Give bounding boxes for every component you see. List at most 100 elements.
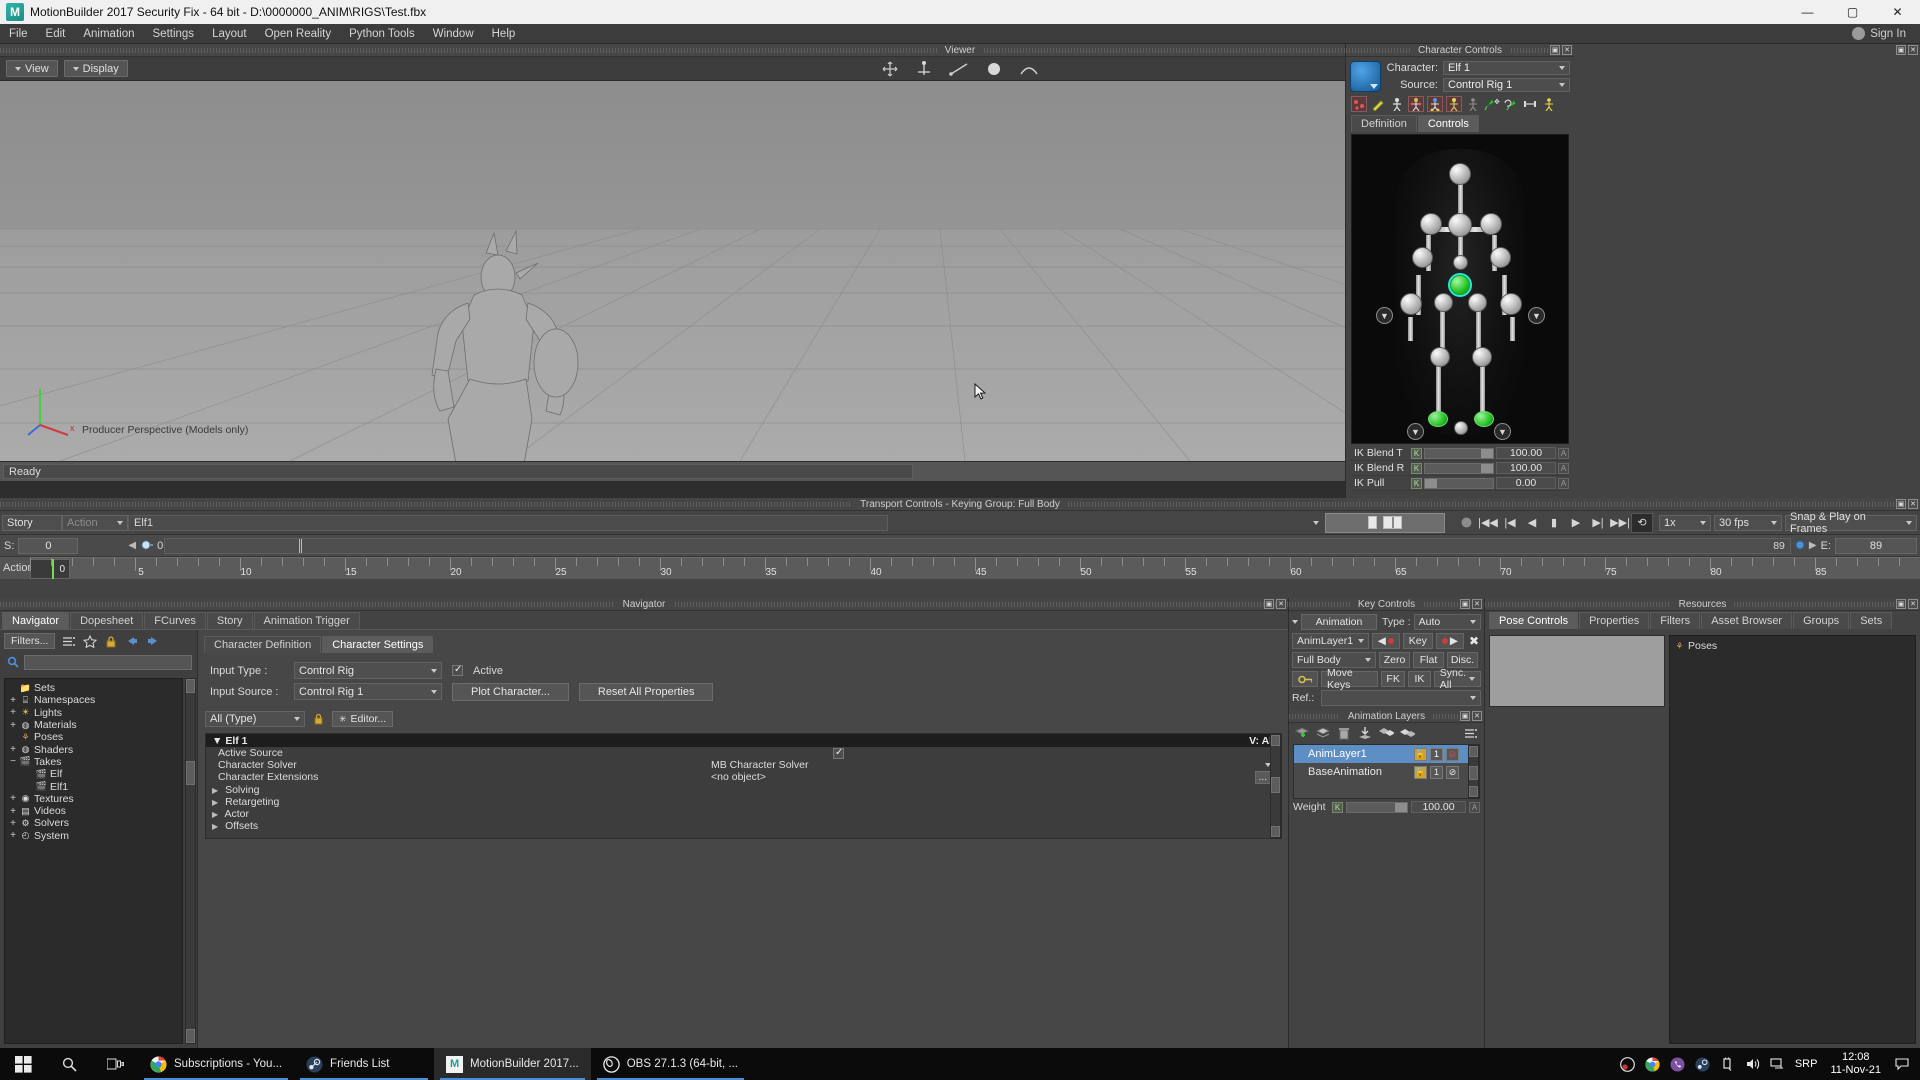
tree-expander[interactable]: + <box>9 707 17 718</box>
table-row[interactable]: Character Extensions <no object> ... <box>206 770 1281 784</box>
arc-tool-icon[interactable] <box>1018 60 1040 78</box>
rotate-axis-icon[interactable] <box>914 59 934 79</box>
menu-settings[interactable]: Settings <box>144 26 204 42</box>
end-frame-marker-icon[interactable] <box>1794 540 1807 551</box>
network-icon[interactable] <box>1770 1056 1786 1072</box>
table-row[interactable]: ▶ Retargeting <box>206 796 1281 808</box>
layer-item-baseanimation[interactable]: BaseAnimation 🔓 1 ⊘ <box>1294 763 1479 781</box>
tree-item-elf[interactable]: 🎬 Elf <box>5 768 182 780</box>
poses-tree[interactable]: ⚘ Poses <box>1669 635 1916 1044</box>
kc-close-icon[interactable]: ✕ <box>1472 599 1482 609</box>
timecode-display[interactable] <box>1325 512 1445 533</box>
fps-select[interactable]: 30 fps <box>1714 514 1782 531</box>
body-mode-select[interactable]: Full Body <box>1292 652 1376 668</box>
browse-button[interactable]: ... <box>1254 770 1271 784</box>
tree-item-lights[interactable]: + ☀ Lights <box>5 707 182 719</box>
chrome-tray-icon[interactable] <box>1645 1056 1661 1072</box>
tab-pose-controls[interactable]: Pose Controls <box>1489 612 1579 629</box>
tab-definition[interactable]: Definition <box>1351 115 1417 132</box>
filters-button[interactable]: Filters... <box>4 633 56 649</box>
merge-layer-icon[interactable] <box>1357 726 1373 741</box>
source-select[interactable]: Control Rig 1 <box>1443 78 1570 92</box>
display-button[interactable]: Display <box>63 60 128 77</box>
al-float-icon[interactable]: ▣ <box>1460 711 1470 721</box>
tree-item-materials[interactable]: + ◍ Materials <box>5 719 182 731</box>
story-button[interactable]: Story <box>2 514 62 531</box>
hand-left-arrow-icon[interactable]: ▼ <box>1376 307 1393 324</box>
table-row[interactable]: Active Source <box>206 747 1281 759</box>
tree-expander[interactable]: + <box>9 830 17 841</box>
key-toggle-icon[interactable]: K <box>1411 477 1422 489</box>
tree-expander[interactable]: + <box>9 806 17 817</box>
scroll-thumb[interactable] <box>1469 766 1478 780</box>
transport-close-icon[interactable]: ✕ <box>1908 499 1918 509</box>
markerset-icon[interactable] <box>1351 96 1367 112</box>
stance-icon[interactable] <box>1389 96 1405 112</box>
tree-expander[interactable]: + <box>9 695 17 706</box>
tree-expander[interactable]: − <box>9 756 17 767</box>
line-tool-icon[interactable] <box>948 60 970 78</box>
layer-options-icon[interactable] <box>1463 726 1479 741</box>
character-properties-table[interactable]: ▼ Elf 1 V: All Active Source Character S… <box>205 733 1282 839</box>
input-source-select[interactable]: Control Rig 1 <box>294 683 442 700</box>
ik-button[interactable]: IK <box>1408 671 1431 687</box>
tree-item-textures[interactable]: + ◉ Textures <box>5 793 182 805</box>
key-type-select[interactable]: Auto <box>1413 614 1481 630</box>
tab-story[interactable]: Story <box>206 612 253 629</box>
end-frame-field[interactable]: 89 <box>1835 537 1917 554</box>
pencil-icon[interactable] <box>1370 96 1386 112</box>
key-button[interactable]: Key <box>1402 633 1433 649</box>
forward-arrow-icon[interactable] <box>145 634 160 649</box>
next-frame-icon[interactable]: ▶ <box>1809 540 1817 551</box>
merge-all-icon[interactable] <box>1378 726 1394 741</box>
tree-item-namespaces[interactable]: + ⌸ Namespaces <box>5 694 182 706</box>
minimize-button[interactable]: — <box>1785 0 1830 24</box>
move-keys-button[interactable]: Move Keys <box>1321 667 1379 691</box>
ik-skeleton-icon[interactable] <box>1427 96 1443 112</box>
search-input[interactable] <box>24 654 192 670</box>
loop-button[interactable]: ⟲ <box>1631 512 1653 533</box>
playback-speed-select[interactable]: 1x <box>1659 514 1711 531</box>
notification-icon[interactable] <box>1894 1056 1910 1072</box>
key-layer-select[interactable]: AnimLayer1 <box>1292 633 1369 649</box>
tab-controls[interactable]: Controls <box>1417 115 1479 132</box>
auto-toggle-icon[interactable]: A <box>1558 447 1569 459</box>
pose-thumbnail[interactable] <box>1489 635 1665 707</box>
weight-auto-icon[interactable]: A <box>1469 801 1480 813</box>
menu-edit[interactable]: Edit <box>37 26 75 42</box>
expander-icon[interactable]: ▶ <box>212 810 218 819</box>
animation-layers-list[interactable]: AnimLayer1 🔓 1 ⊘ BaseAnimation 🔓 1 ⊘ <box>1293 744 1480 799</box>
skeleton-gray-icon[interactable] <box>1465 96 1481 112</box>
fk-skeleton-icon[interactable] <box>1408 96 1424 112</box>
stop-button[interactable]: ▮ <box>1543 513 1565 533</box>
start-frame-field[interactable]: 0 <box>18 537 79 554</box>
language-indicator[interactable]: SRP <box>1795 1058 1818 1070</box>
expander-icon[interactable]: ▶ <box>212 822 218 831</box>
maximize-button[interactable]: ▢ <box>1830 0 1875 24</box>
key-icon[interactable] <box>1292 671 1318 687</box>
list-view-icon[interactable] <box>61 634 76 649</box>
taskbar-app-steam[interactable]: Friends List <box>294 1048 434 1080</box>
prev-frame-icon[interactable]: ◀ <box>128 540 136 551</box>
disc-button[interactable]: Disc. <box>1447 652 1478 668</box>
move-tool-icon[interactable] <box>880 59 900 79</box>
scroll-up-button[interactable] <box>186 679 195 693</box>
cc-float-icon[interactable]: ▣ <box>1550 45 1560 55</box>
view-button[interactable]: View <box>6 60 58 77</box>
current-frame-value[interactable]: 0 <box>157 540 163 552</box>
weight-key-icon[interactable]: K <box>1332 801 1343 813</box>
previous-key-button[interactable]: |◀ <box>1499 513 1521 533</box>
sign-in-button[interactable]: Sign In <box>1852 27 1920 40</box>
ik-blend-t-slider[interactable] <box>1424 447 1494 459</box>
tree-expander[interactable]: + <box>9 744 17 755</box>
tab-dopesheet[interactable]: Dopesheet <box>70 612 144 629</box>
scene-tree[interactable]: 📁 Sets + ⌸ Namespaces + ☀ Lights + ◍ Mat… <box>4 678 183 1044</box>
input-type-select[interactable]: Control Rig <box>294 662 442 679</box>
layer-lock-icon[interactable]: 🔓 <box>1414 747 1427 761</box>
tab-navigator[interactable]: Navigator <box>2 612 70 629</box>
al-close-icon[interactable]: ✕ <box>1472 711 1482 721</box>
menu-animation[interactable]: Animation <box>74 26 143 42</box>
steam-tray-icon[interactable] <box>1695 1056 1711 1072</box>
expander-icon[interactable]: ▶ <box>212 798 218 807</box>
tree-item-solvers[interactable]: + ⚙ Solvers <box>5 817 182 829</box>
